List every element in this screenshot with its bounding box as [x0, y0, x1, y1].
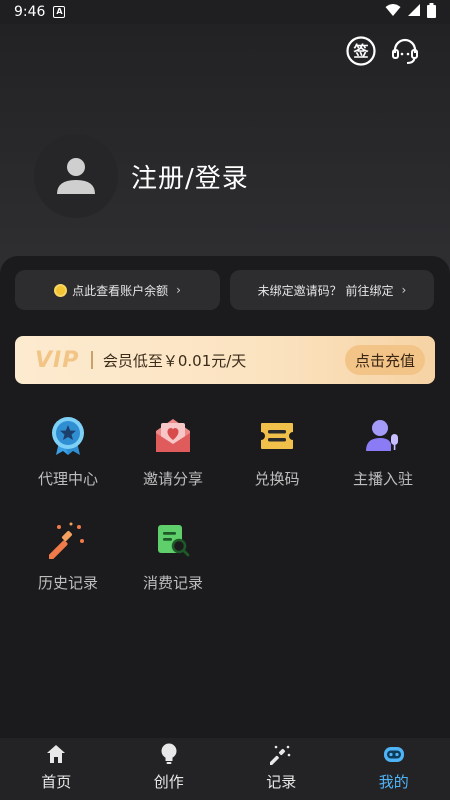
- status-time: 9:46: [14, 4, 46, 20]
- menu-item-history[interactable]: 历史记录: [13, 520, 123, 600]
- recharge-button[interactable]: 点击充值: [344, 345, 425, 375]
- anchor-mic-icon: [363, 416, 403, 456]
- ticket-icon: [257, 416, 297, 456]
- bulb-icon: [158, 743, 180, 765]
- menu-item-invite-share[interactable]: 邀请分享: [118, 416, 228, 496]
- customer-service-button[interactable]: [388, 34, 422, 68]
- vip-label: VIP: [35, 347, 80, 373]
- sign-in-icon: 签: [346, 36, 376, 66]
- tab-label: 记录: [266, 773, 297, 791]
- menu-item-consumption-records[interactable]: 消费记录: [118, 520, 228, 600]
- menu-item-label: 消费记录: [142, 574, 203, 592]
- menu-item-streamer-join[interactable]: 主播入驻: [328, 416, 438, 496]
- tab-label: 我的: [378, 773, 409, 791]
- status-icons: [385, 2, 436, 22]
- chevron-right-icon: ›: [401, 283, 407, 297]
- login-register-link[interactable]: 注册/登录: [131, 158, 249, 195]
- tab-home[interactable]: 首页: [0, 738, 113, 800]
- invite-code-label: 未绑定邀请码？ 前往绑定: [257, 283, 394, 298]
- menu-item-label: 代理中心: [37, 470, 98, 488]
- headset-icon: [392, 38, 418, 64]
- svg-text:签: 签: [352, 43, 369, 61]
- status-bar: 9:46 A: [0, 0, 450, 24]
- chevron-right-icon: ›: [176, 283, 181, 297]
- signal-icon: [407, 3, 421, 21]
- receipt-search-icon: [153, 520, 193, 560]
- menu-item-label: 主播入驻: [352, 470, 413, 488]
- vip-banner[interactable]: VIP 会员低至￥0.01元/天 点击充值: [15, 336, 435, 384]
- menu-item-label: 邀请分享: [142, 470, 203, 488]
- account-balance-label: 点此查看账户余额: [72, 283, 169, 298]
- tab-label: 创作: [153, 773, 184, 791]
- menu-item-label: 兑换码: [254, 470, 300, 488]
- robot-icon: [383, 743, 405, 765]
- tab-records[interactable]: 记录: [225, 738, 338, 800]
- menu-item-label: 历史记录: [37, 574, 98, 592]
- bottom-tab-bar: 首页 创作 记录 我的: [0, 738, 450, 800]
- sign-in-button[interactable]: 签: [344, 34, 378, 68]
- bind-invite-code-button[interactable]: 未绑定邀请码？ 前往绑定 ›: [230, 270, 434, 310]
- vip-divider: [91, 351, 93, 369]
- badge-star-icon: [48, 416, 88, 456]
- vip-promo-text: 会员低至￥0.01元/天: [102, 351, 247, 370]
- wifi-icon: [385, 3, 401, 21]
- coin-icon: [54, 283, 68, 297]
- home-icon: [45, 743, 67, 765]
- wand-icon: [270, 743, 292, 765]
- tab-mine[interactable]: 我的: [338, 738, 450, 800]
- user-icon: [57, 158, 95, 194]
- tab-label: 首页: [41, 773, 72, 791]
- battery-icon: [427, 2, 436, 22]
- menu-item-redeem-code[interactable]: 兑换码: [222, 416, 332, 496]
- menu-panel: [0, 256, 450, 738]
- account-balance-button[interactable]: 点此查看账户余额 ›: [15, 270, 220, 310]
- notification-badge: A: [53, 6, 66, 18]
- magic-wand-icon: [48, 520, 88, 560]
- avatar[interactable]: [34, 134, 118, 218]
- tab-create[interactable]: 创作: [113, 738, 226, 800]
- envelope-heart-icon: [153, 416, 193, 456]
- menu-item-agent-center[interactable]: 代理中心: [13, 416, 123, 496]
